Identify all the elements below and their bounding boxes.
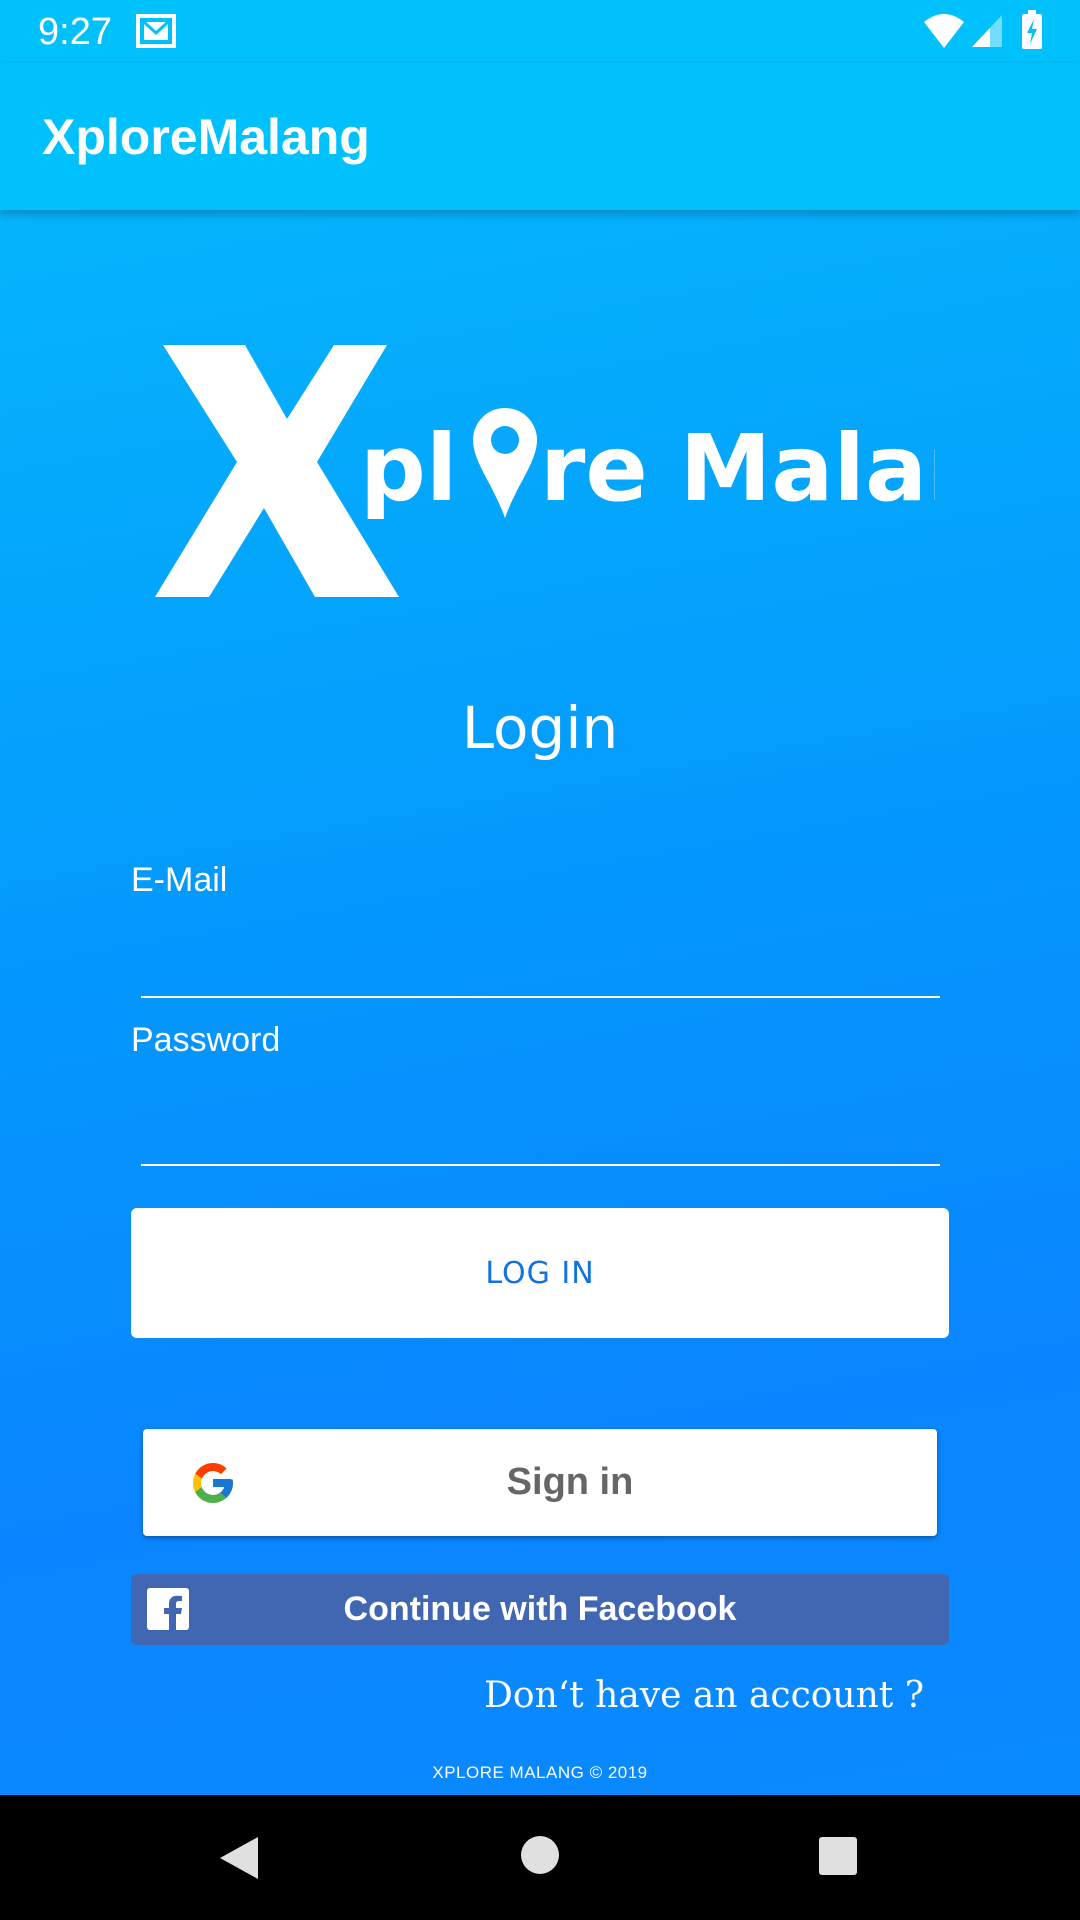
mail-icon xyxy=(136,14,176,48)
app-title: XploreMalang xyxy=(42,109,370,165)
facebook-login-label: Continue with Facebook xyxy=(343,1590,737,1628)
signal-icon xyxy=(972,15,1002,47)
recents-icon[interactable] xyxy=(818,1836,858,1876)
login-heading: Login xyxy=(461,694,619,762)
back-icon[interactable] xyxy=(218,1835,260,1881)
status-time: 9:27 xyxy=(38,11,112,53)
footer-copyright: XPLORE MALANG © 2019 xyxy=(432,1763,648,1782)
battery-charging-icon xyxy=(1022,10,1042,49)
facebook-login-button[interactable]: Continue with Facebook xyxy=(131,1574,949,1645)
status-bar: 9:27 xyxy=(0,0,1080,63)
password-label: Password xyxy=(131,1021,281,1059)
app-bar: XploreMalang xyxy=(0,63,1080,210)
google-sign-in-button[interactable]: Sign in xyxy=(143,1429,937,1536)
email-label: E-Mail xyxy=(131,861,228,899)
signup-link[interactable]: Don‘t have an account ? xyxy=(484,1672,924,1720)
password-field[interactable] xyxy=(141,1108,940,1166)
home-icon[interactable] xyxy=(520,1835,560,1875)
svg-text:re Malang: re Malang xyxy=(540,415,935,522)
google-sign-in-label: Sign in xyxy=(506,1461,634,1503)
wifi-icon xyxy=(924,14,964,48)
xplore-malang-logo: pl re Malang xyxy=(155,345,935,597)
login-button[interactable]: LOG IN xyxy=(131,1208,949,1338)
navigation-bar xyxy=(0,1795,1080,1920)
login-screen: pl re Malang Login E-Mail Password LOG I… xyxy=(0,210,1080,1795)
svg-text:pl: pl xyxy=(360,415,457,522)
email-field[interactable] xyxy=(141,940,940,998)
